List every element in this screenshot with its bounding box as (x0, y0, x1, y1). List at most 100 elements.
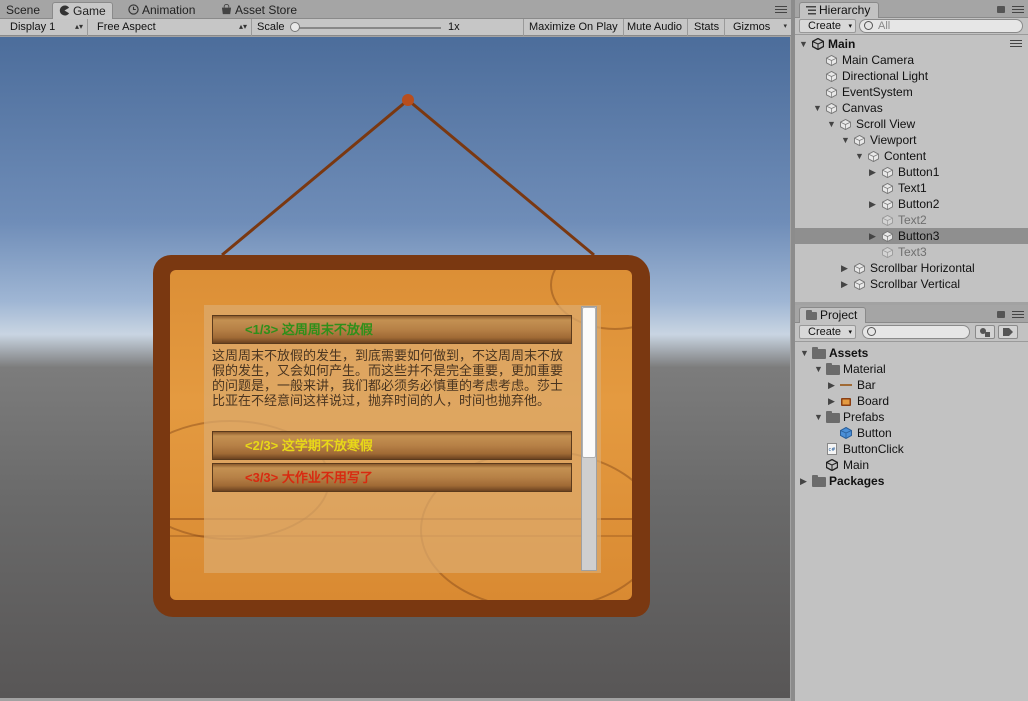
hierarchy-create-button[interactable]: Create ▾ (799, 19, 857, 33)
project-item-button[interactable]: Button (795, 425, 1028, 441)
tab-project[interactable]: Project (799, 307, 867, 323)
collapsed-arrow-icon[interactable]: ▶ (869, 164, 876, 180)
stats-toggle[interactable]: Stats (689, 19, 726, 36)
hierarchy-item-button2[interactable]: ▶ Button2 (795, 196, 1028, 212)
hierarchy-item-directional-light[interactable]: Directional Light (795, 68, 1028, 84)
tab-asset-store[interactable]: Asset Store (215, 2, 303, 19)
folder-icon (812, 475, 826, 487)
tab-hierarchy[interactable]: Hierarchy (799, 2, 880, 18)
lock-icon[interactable] (997, 6, 1005, 13)
project-item-label: Material (843, 362, 886, 376)
folder-icon (826, 411, 840, 423)
hierarchy-item-eventsystem[interactable]: EventSystem (795, 84, 1028, 100)
hierarchy-item-button3[interactable]: ▶ Button3 (795, 228, 1028, 244)
expand-arrow-icon[interactable]: ▼ (800, 345, 809, 361)
hierarchy-item-label: Scroll View (856, 117, 916, 131)
scene-row-main[interactable]: ▼ Main (795, 36, 1028, 52)
hierarchy-item-label: EventSystem (842, 85, 913, 99)
hierarchy-item-text1[interactable]: Text1 (795, 180, 1028, 196)
hierarchy-search-input[interactable]: All (859, 19, 1023, 33)
collapsed-arrow-icon[interactable]: ▶ (841, 276, 848, 292)
hierarchy-item-button1[interactable]: ▶ Button1 (795, 164, 1028, 180)
scroll-item-button-2[interactable]: <2/3> 这学期不放寒假 (212, 431, 572, 460)
tab-scene[interactable]: Scene (0, 2, 46, 19)
hierarchy-item-canvas[interactable]: ▼ Canvas (795, 100, 1028, 116)
expand-arrow-icon[interactable]: ▼ (813, 100, 822, 116)
scene-menu-icon[interactable] (1010, 40, 1022, 48)
scale-slider-track[interactable] (295, 27, 441, 29)
scroll-item-button-1[interactable]: <1/3> 这周周末不放假 (212, 315, 572, 344)
hierarchy-item-label: Viewport (870, 133, 917, 147)
game-panel-menu-icon[interactable] (775, 6, 787, 14)
type-filter-icon (980, 328, 990, 337)
project-create-button[interactable]: Create ▾ (799, 325, 857, 339)
hierarchy-item-text2[interactable]: Text2 (795, 212, 1028, 228)
project-item-packages[interactable]: ▶ Packages (795, 473, 1028, 489)
scroll-view-vertical-scrollbar[interactable] (581, 306, 597, 571)
collapsed-arrow-icon[interactable]: ▶ (828, 393, 835, 409)
scroll-item-button-3[interactable]: <3/3> 大作业不用写了 (212, 463, 572, 492)
lock-icon[interactable] (997, 311, 1005, 318)
hierarchy-item-content[interactable]: ▼ Content (795, 148, 1028, 164)
project-toolbar: Create ▾ (795, 323, 1028, 342)
hierarchy-item-label: Button2 (898, 197, 940, 211)
expand-arrow-icon[interactable]: ▼ (841, 132, 850, 148)
collapsed-arrow-icon[interactable]: ▶ (869, 228, 876, 244)
collapsed-arrow-icon[interactable]: ▶ (869, 196, 876, 212)
project-item-label: Button (857, 426, 892, 440)
search-by-label-button[interactable] (998, 325, 1018, 339)
hierarchy-item-text3[interactable]: Text3 (795, 244, 1028, 260)
project-panel: Project Create ▾ ▼ Assets ▼ Material ▶ Bar ▶ Boa… (795, 305, 1028, 701)
tab-game[interactable]: Game (52, 2, 113, 19)
project-tab-bar: Project (795, 305, 1028, 323)
scale-slider-knob[interactable] (290, 22, 300, 32)
hierarchy-item-main-camera[interactable]: Main Camera (795, 52, 1028, 68)
display-dropdown[interactable]: Display 1 ▴▾ (5, 19, 88, 36)
hierarchy-items: Main Camera Directional Light EventSystem ▼… (795, 52, 1028, 292)
hierarchy-item-scrollbar-horizontal[interactable]: ▶ Scrollbar Horizontal (795, 260, 1028, 276)
project-item-buttonclick[interactable]: c# ButtonClick (795, 441, 1028, 457)
scrollbar-thumb[interactable] (582, 307, 596, 458)
scroll-item-text-1: 这周周末不放假的发生，到底需要如何做到，不这周周末不放假的发生，又会如何产生。而… (212, 348, 564, 408)
project-item-label: Bar (857, 378, 876, 392)
clock-icon (128, 4, 139, 15)
dropdown-arrows-icon: ▴▾ (74, 22, 83, 31)
collapsed-arrow-icon[interactable]: ▶ (828, 377, 835, 393)
tab-game-label: Game (73, 4, 106, 18)
aspect-dropdown[interactable]: Free Aspect ▴▾ (92, 19, 252, 36)
project-search-input[interactable] (862, 325, 970, 339)
hierarchy-menu-icon[interactable] (1012, 6, 1024, 14)
scroll-view[interactable]: <1/3> 这周周末不放假 这周周末不放假的发生，到底需要如何做到，不这周周末不… (204, 305, 601, 573)
hierarchy-tab-label: Hierarchy (819, 3, 871, 17)
project-item-assets[interactable]: ▼ Assets (795, 345, 1028, 361)
project-item-board[interactable]: ▶ Board (795, 393, 1028, 409)
search-by-type-button[interactable] (975, 325, 995, 339)
scale-value: 1x (448, 21, 460, 33)
hierarchy-item-viewport[interactable]: ▼ Viewport (795, 132, 1028, 148)
mute-audio-toggle[interactable]: Mute Audio (622, 19, 689, 36)
project-item-main[interactable]: Main (795, 457, 1028, 473)
collapsed-arrow-icon[interactable]: ▶ (800, 473, 807, 489)
expand-arrow-icon[interactable]: ▼ (814, 361, 823, 377)
game-viewport[interactable]: <1/3> 这周周末不放假 这周周末不放假的发生，到底需要如何做到，不这周周末不… (0, 37, 790, 698)
maximize-on-play-toggle[interactable]: Maximize On Play (523, 19, 624, 36)
expand-arrow-icon[interactable]: ▼ (855, 148, 864, 164)
project-item-material[interactable]: ▼ Material (795, 361, 1028, 377)
tab-animation-label: Animation (142, 3, 196, 17)
hierarchy-item-scrollbar-vertical[interactable]: ▶ Scrollbar Vertical (795, 276, 1028, 292)
tab-animation[interactable]: Animation (122, 2, 201, 19)
project-tab-label: Project (820, 308, 858, 322)
project-menu-icon[interactable] (1012, 311, 1024, 319)
hierarchy-item-scroll-view[interactable]: ▼ Scroll View (795, 116, 1028, 132)
collapsed-arrow-icon[interactable]: ▶ (841, 260, 848, 276)
bar-sprite-icon (840, 384, 852, 386)
gameobject-cube-icon (840, 119, 851, 130)
project-item-bar[interactable]: ▶ Bar (795, 377, 1028, 393)
gameobject-cube-icon (854, 135, 865, 146)
project-item-prefabs[interactable]: ▼ Prefabs (795, 409, 1028, 425)
gizmos-dropdown[interactable]: Gizmos ▾ (728, 19, 791, 36)
expand-arrow-icon[interactable]: ▼ (799, 36, 808, 52)
expand-arrow-icon[interactable]: ▼ (827, 116, 836, 132)
expand-arrow-icon[interactable]: ▼ (814, 409, 823, 425)
scale-control: Scale 1x (252, 19, 523, 36)
